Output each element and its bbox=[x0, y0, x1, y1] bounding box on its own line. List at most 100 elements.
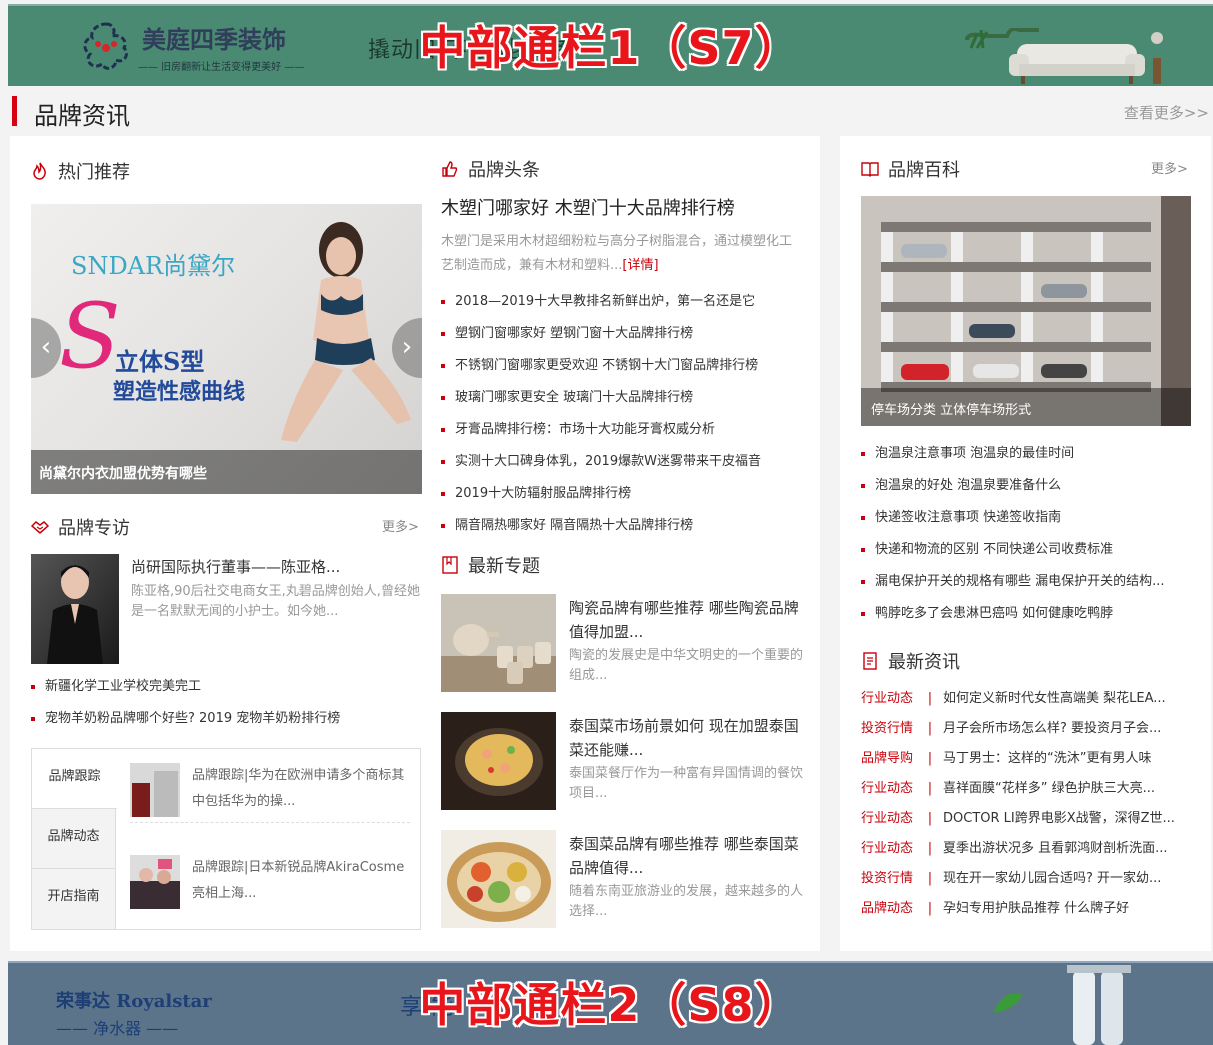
latest-category[interactable]: 行业动态 bbox=[861, 804, 917, 834]
wiki-image-caption: 停车场分类 立体停车场形式 bbox=[861, 388, 1191, 426]
list-item[interactable]: 新疆化学工业学校完美完工 bbox=[31, 671, 421, 703]
latest-item[interactable]: 行业动态 | 夏季出游状况多 且看郭鸿财剖析洗面... bbox=[861, 834, 1196, 864]
latest-separator: | bbox=[927, 841, 933, 856]
headline-lead-desc: 木塑门是采用木材超细粉粒与高分子树脂混合，通过模塑化工艺制造而成，兼有木材和塑料… bbox=[441, 230, 801, 278]
open-book-icon bbox=[861, 162, 879, 177]
latest-text[interactable]: 夏季出游状况多 且看郭鸿财剖析洗面... bbox=[943, 841, 1168, 856]
thumbs-up-icon bbox=[442, 161, 458, 177]
document-list-icon bbox=[863, 652, 877, 670]
latest-category[interactable]: 投资行情 bbox=[861, 864, 917, 894]
topic-desc: 随着东南亚旅游业的发展，越来越多的人选择... bbox=[569, 884, 804, 919]
wiki-more-link[interactable]: 更多> bbox=[1151, 158, 1188, 177]
headline-detail-link[interactable]: [详情] bbox=[622, 258, 658, 273]
topic-item[interactable]: 泰国菜市场前景如何 现在加盟泰国菜还能赚... 泰国菜餐厅作为一种富有异国情调的… bbox=[441, 712, 811, 812]
latest-text[interactable]: 喜祥面膜“花样多” 绿色护肤三大亮... bbox=[943, 781, 1155, 796]
column-more-link[interactable]: 更多> bbox=[382, 516, 419, 535]
latest-category[interactable]: 行业动态 bbox=[861, 774, 917, 804]
interview-title[interactable]: 尚研国际执行董事——陈亚格... bbox=[131, 556, 340, 577]
carousel-prev-button[interactable]: ‹ bbox=[31, 318, 61, 378]
tab-panel: 品牌跟踪 品牌动态 开店指南 品牌跟踪|华为在欧洲申请多个商标其中包括华为的操.… bbox=[31, 748, 421, 930]
latest-item[interactable]: 行业动态 | DOCTOR LI跨界电影X战警，深得Z世... bbox=[861, 804, 1196, 834]
latest-category[interactable]: 品牌导购 bbox=[861, 744, 917, 774]
latest-category[interactable]: 品牌动态 bbox=[861, 894, 917, 924]
headline-lead-title[interactable]: 木塑门哪家好 木塑门十大品牌排行榜 bbox=[441, 194, 735, 220]
column-title: 品牌专访 bbox=[58, 518, 130, 539]
model-figure bbox=[281, 222, 411, 442]
list-item[interactable]: 2018—2019十大早教排名新鲜出炉，第一名还是它 bbox=[441, 286, 811, 318]
hot-header: 热门推荐 bbox=[30, 158, 130, 184]
latest-category[interactable]: 投资行情 bbox=[861, 714, 917, 744]
tab-news-item[interactable]: 品牌跟踪|日本新锐品牌AkiraCosme亮相上海... bbox=[130, 855, 410, 915]
latest-item[interactable]: 投资行情 | 现在开一家幼儿园合适吗? 开一家幼... bbox=[861, 864, 1196, 894]
handshake-icon bbox=[30, 521, 50, 534]
topic-desc: 泰国菜餐厅作为一种富有异国情调的餐饮项目... bbox=[569, 766, 804, 801]
topic-desc: 陶瓷的发展史是中华文明史的一个重要的组成... bbox=[569, 648, 804, 683]
latest-separator: | bbox=[927, 901, 933, 916]
latest-separator: | bbox=[927, 721, 933, 736]
list-item[interactable]: 实测十大口碑身体乳，2019爆款W迷雾带来干皮福音 bbox=[441, 446, 811, 478]
tab-news-text: 品牌跟踪|日本新锐品牌AkiraCosme亮相上海... bbox=[192, 860, 405, 901]
topic-title: 泰国菜品牌有哪些推荐 哪些泰国菜品牌值得... bbox=[569, 835, 799, 877]
latest-text[interactable]: 孕妇专用护肤品推荐 什么牌子好 bbox=[943, 901, 1129, 916]
headline-title: 品牌头条 bbox=[468, 160, 540, 181]
headline-lead-summary: 木塑门是采用木材超细粉粒与高分子树脂混合，通过模塑化工艺制造而成，兼有木材和塑料… bbox=[441, 234, 793, 273]
interview-portrait[interactable] bbox=[31, 554, 119, 664]
bottom-banner-ad[interactable]: 荣事达 Royalstar —— 净水器 —— 享 能 中部通栏2（S8） bbox=[8, 961, 1213, 1045]
tab-brand-tracking[interactable]: 品牌跟踪 bbox=[32, 749, 117, 809]
latest-text[interactable]: 月子会所市场怎么样? 要投资月子会... bbox=[943, 721, 1161, 736]
latest-item[interactable]: 品牌动态 | 孕妇专用护肤品推荐 什么牌子好 bbox=[861, 894, 1196, 924]
latest-item[interactable]: 行业动态 | 喜祥面膜“花样多” 绿色护肤三大亮... bbox=[861, 774, 1196, 804]
latest-item[interactable]: 投资行情 | 月子会所市场怎么样? 要投资月子会... bbox=[861, 714, 1196, 744]
topic-thumbnail bbox=[441, 594, 556, 692]
latest-category[interactable]: 行业动态 bbox=[861, 684, 917, 714]
list-item[interactable]: 泡温泉的好处 泡温泉要准备什么 bbox=[861, 470, 1191, 502]
latest-text[interactable]: 马丁男士：这样的“洗沐”更有男人味 bbox=[943, 751, 1151, 766]
latest-separator: | bbox=[927, 811, 933, 826]
list-item[interactable]: 玻璃门哪家更安全 玻璃门十大品牌排行榜 bbox=[441, 382, 811, 414]
latest-text[interactable]: 现在开一家幼儿园合适吗? 开一家幼... bbox=[943, 871, 1161, 886]
latest-category[interactable]: 行业动态 bbox=[861, 834, 917, 864]
wiki-featured-image[interactable]: 停车场分类 立体停车场形式 bbox=[861, 196, 1191, 426]
list-item[interactable]: 牙膏品牌排行榜：市场十大功能牙膏权威分析 bbox=[441, 414, 811, 446]
tab-news-text: 品牌跟踪|华为在欧洲申请多个商标其中包括华为的操... bbox=[192, 768, 405, 809]
brand-news-header: 品牌资讯 查看更多>> bbox=[10, 94, 1213, 130]
tab-list: 品牌跟踪 品牌动态 开店指南 bbox=[32, 749, 117, 929]
section-title: 品牌资讯 bbox=[34, 102, 130, 130]
view-more-link[interactable]: 查看更多>> bbox=[1124, 102, 1209, 123]
column-header: 品牌专访 bbox=[30, 514, 130, 540]
topic-item[interactable]: 陶瓷品牌有哪些推荐 哪些陶瓷品牌值得加盟... 陶瓷的发展史是中华文明史的一个重… bbox=[441, 594, 811, 694]
list-item[interactable]: 宠物羊奶粉品牌哪个好些? 2019 宠物羊奶粉排行榜 bbox=[31, 703, 421, 735]
tab-store-guide[interactable]: 开店指南 bbox=[32, 869, 115, 929]
tab-brand-dynamics[interactable]: 品牌动态 bbox=[32, 809, 115, 869]
wiki-title: 品牌百科 bbox=[888, 160, 960, 181]
list-item[interactable]: 塑钢门窗哪家好 塑钢门窗十大品牌排行榜 bbox=[441, 318, 811, 350]
list-item[interactable]: 隔音隔热哪家好 隔音隔热十大品牌排行榜 bbox=[441, 510, 811, 542]
top-banner-ad[interactable]: 美庭四季装饰 —— 旧房翻新让生活变得更美好 —— 撬动旧 不惊 能装修 中部通… bbox=[8, 4, 1213, 86]
topic-thumbnail bbox=[441, 830, 556, 928]
tab-news-item[interactable]: 品牌跟踪|华为在欧洲申请多个商标其中包括华为的操... bbox=[130, 763, 410, 823]
list-item[interactable]: 不锈钢门窗哪家更受欢迎 不锈钢十大门窗品牌排行榜 bbox=[441, 350, 811, 382]
banner-slot-label: 中部通栏1（S7） bbox=[419, 21, 802, 75]
topic-item[interactable]: 泰国菜品牌有哪些推荐 哪些泰国菜品牌值得... 随着东南亚旅游业的发展，越来越多… bbox=[441, 830, 811, 930]
latest-title: 最新资讯 bbox=[888, 652, 960, 673]
wiki-header: 品牌百科 bbox=[860, 156, 960, 182]
topic-thumbnail bbox=[441, 712, 556, 810]
latest-item[interactable]: 品牌导购 | 马丁男士：这样的“洗沐”更有男人味 bbox=[861, 744, 1196, 774]
latest-item[interactable]: 行业动态 | 如何定义新时代女性高端美 梨花LEA... bbox=[861, 684, 1196, 714]
latest-header: 最新资讯 bbox=[860, 648, 960, 674]
list-item[interactable]: 漏电保护开关的规格有哪些 漏电保护开关的结构... bbox=[861, 566, 1191, 598]
headline-header: 品牌头条 bbox=[440, 156, 540, 182]
list-item[interactable]: 快递签收注意事项 快递签收指南 bbox=[861, 502, 1191, 534]
carousel-big-letter: S bbox=[59, 284, 121, 389]
list-item[interactable]: 2019十大防辐射服品牌排行榜 bbox=[441, 478, 811, 510]
list-item[interactable]: 快递和物流的区别 不同快递公司收费标准 bbox=[861, 534, 1191, 566]
latest-separator: | bbox=[927, 871, 933, 886]
section-accent-bar bbox=[12, 96, 17, 126]
hot-carousel[interactable]: SNDAR尚黛尔 S 立体S型 塑造性感曲线 ‹ › 尚黛尔内衣加盟优势有哪些 bbox=[31, 204, 422, 494]
headline-news-list: 2018—2019十大早教排名新鲜出炉，第一名还是它 塑钢门窗哪家好 塑钢门窗十… bbox=[441, 286, 811, 542]
list-item[interactable]: 泡温泉注意事项 泡温泉的最佳时间 bbox=[861, 438, 1191, 470]
carousel-caption[interactable]: 尚黛尔内衣加盟优势有哪些 bbox=[31, 450, 422, 494]
latest-text[interactable]: DOCTOR LI跨界电影X战警，深得Z世... bbox=[943, 811, 1175, 826]
latest-text[interactable]: 如何定义新时代女性高端美 梨花LEA... bbox=[943, 691, 1166, 706]
list-item[interactable]: 鸭脖吃多了会患淋巴癌吗 如何健康吃鸭脖 bbox=[861, 598, 1191, 630]
